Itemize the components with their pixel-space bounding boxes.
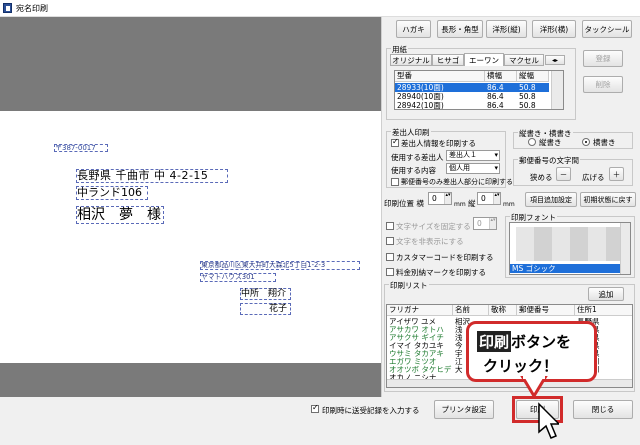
paper-row-model[interactable]: 28933(10面) xyxy=(395,83,485,92)
record-history-checkbox[interactable] xyxy=(311,403,319,413)
vertical-label: 縦書き xyxy=(539,138,562,147)
customer-barcode-label: カスタマーコードを印刷する xyxy=(396,253,494,262)
horizontal-label: 横書き xyxy=(593,138,616,147)
list-col-address[interactable]: 住所1 xyxy=(575,305,632,316)
preview-sender-building[interactable]: ヤマトハウス301 xyxy=(200,273,276,282)
font-list-items-blurred xyxy=(516,227,620,261)
list-col-name[interactable]: 名前 xyxy=(453,305,489,316)
postal-only-checkbox[interactable] xyxy=(391,178,399,186)
position-h-spinner[interactable]: 0 xyxy=(428,192,452,205)
paper-col-width[interactable]: 横幅 xyxy=(485,71,517,82)
record-history-label: 印刷時に送受記録を入力する xyxy=(322,406,420,415)
paper-row-width[interactable]: 86.4 xyxy=(485,101,517,109)
widen-label: 広げる xyxy=(582,173,605,182)
print-list-title: 印刷リスト xyxy=(389,280,429,291)
font-list[interactable]: MS ゴシック xyxy=(509,222,631,275)
preview-card: 〒387-0017 長野県 千曲市 中 4-2-15 中ランド106 相沢 夢 … xyxy=(0,111,381,363)
callout-line1-rest: ボタンを xyxy=(511,333,572,351)
preview-sender-name[interactable]: 中所 翔介 xyxy=(240,288,291,300)
register-button[interactable]: 登録 xyxy=(583,50,623,67)
callout-print-word: 印刷 xyxy=(477,331,512,352)
horizontal-radio[interactable] xyxy=(582,138,590,146)
font-list-scrollbar[interactable] xyxy=(620,223,630,274)
vertical-radio[interactable] xyxy=(528,138,536,146)
customer-barcode-checkbox[interactable] xyxy=(386,253,394,261)
preview-address-line1[interactable]: 長野県 千曲市 中 4-2-15 xyxy=(76,169,228,183)
list-col-postal[interactable]: 郵便番号 xyxy=(517,305,575,316)
narrow-label: 狭める xyxy=(530,173,553,182)
reset-default-button[interactable]: 初期状態に戻す xyxy=(580,192,636,207)
tab-hisago[interactable]: ヒサゴ xyxy=(432,54,464,66)
narrow-button[interactable]: － xyxy=(556,167,571,181)
paper-row-height[interactable]: 50.8 xyxy=(517,83,549,92)
list-col-honorific[interactable]: 敬称 xyxy=(489,305,517,316)
preview-address-line2[interactable]: 中ランド106 xyxy=(76,186,148,200)
instruction-callout: 印刷 ボタンを クリック！ xyxy=(466,321,597,382)
paper-row-width[interactable]: 86.4 xyxy=(485,83,517,92)
use-sender-select[interactable]: 差出人１ xyxy=(446,150,500,161)
paper-col-model[interactable]: 型番 xyxy=(395,71,485,82)
callout-pointer xyxy=(520,376,548,398)
position-v-label: 縦 xyxy=(468,199,476,208)
paper-row-model[interactable]: 28942(10面) xyxy=(395,101,485,109)
paper-table: 型番 横幅 縦幅 28933(10面) 86.4 50.8 28940(10面)… xyxy=(394,70,564,110)
add-item-settings-button[interactable]: 項目追加設定 xyxy=(525,192,577,207)
preview-sender-address[interactable]: 東京都品川区東大井町大森北5丁目1-2-3 xyxy=(200,261,360,270)
use-sender-label: 使用する差出人 xyxy=(391,153,444,162)
widen-button[interactable]: ＋ xyxy=(609,167,624,181)
position-v-spinner[interactable]: 0 xyxy=(477,192,501,205)
western-horizontal-button[interactable]: 洋形(横) xyxy=(532,20,576,38)
title-bar: 宛名印刷 xyxy=(0,0,640,17)
postal-spacing-title: 郵便番号の文字間 xyxy=(518,155,580,166)
mm-unit-h: mm xyxy=(454,201,466,208)
hagaki-button[interactable]: ハガキ xyxy=(396,20,431,38)
print-sender-label: 差出人情報を印刷する xyxy=(401,139,476,148)
preview-postal[interactable]: 〒387-0017 xyxy=(54,144,108,152)
window-title: 宛名印刷 xyxy=(16,4,48,13)
use-content-select[interactable]: 個人用 xyxy=(446,163,500,174)
tab-original[interactable]: オリジナル xyxy=(390,54,432,66)
print-position-label: 印刷位置 横 xyxy=(384,199,424,208)
long-envelope-button[interactable]: 長形・角型 xyxy=(437,20,483,38)
paper-row-model[interactable]: 28940(10面) xyxy=(395,92,485,101)
list-col-furigana[interactable]: フリガナ xyxy=(387,305,453,316)
tab-a-one[interactable]: エーワン xyxy=(464,53,504,66)
preview-sender-name2[interactable]: 花子 xyxy=(240,303,291,315)
paper-row-width[interactable]: 86.4 xyxy=(485,92,517,101)
tab-maxell[interactable]: マクセル xyxy=(504,54,544,66)
mouse-cursor-icon xyxy=(538,402,559,439)
postal-only-label: 郵便番号のみ差出人部分に印刷する xyxy=(401,178,513,186)
tack-seal-button[interactable]: タックシール xyxy=(582,20,632,38)
paper-row-height[interactable]: 50.8 xyxy=(517,101,549,109)
western-vertical-button[interactable]: 洋形(縦) xyxy=(486,20,527,38)
fix-size-checkbox[interactable] xyxy=(386,222,394,230)
preview-recipient-name[interactable]: 相沢 夢 様 xyxy=(76,206,164,224)
paper-table-scrollbar[interactable] xyxy=(551,71,563,109)
preview-panel: 〒387-0017 長野県 千曲市 中 4-2-15 中ランド106 相沢 夢 … xyxy=(0,17,381,397)
font-size-spinner[interactable]: 0 xyxy=(473,217,497,230)
hide-text-label: 文字を非表示にする xyxy=(396,237,464,246)
fix-size-label: 文字サイズを固定する xyxy=(396,222,471,231)
printer-settings-button[interactable]: プリンタ設定 xyxy=(434,400,494,419)
hide-text-checkbox[interactable] xyxy=(386,237,394,245)
tab-scroll-arrows[interactable]: ◂▸ xyxy=(545,55,565,65)
paper-col-height[interactable]: 縦幅 xyxy=(517,71,549,82)
use-content-label: 使用する内容 xyxy=(391,166,436,175)
print-sender-checkbox[interactable] xyxy=(391,137,399,147)
document-icon xyxy=(3,3,12,13)
mm-unit-v: mm xyxy=(503,201,515,208)
font-selected-item[interactable]: MS ゴシック xyxy=(510,264,620,273)
postage-mark-label: 料金別納マークを印刷する xyxy=(396,268,486,277)
delete-button[interactable]: 削除 xyxy=(583,76,623,93)
add-to-list-button[interactable]: 追加 xyxy=(588,287,624,301)
paper-row-height[interactable]: 50.8 xyxy=(517,92,549,101)
callout-line2: クリック！ xyxy=(483,357,559,375)
close-button[interactable]: 閉じる xyxy=(573,400,633,419)
postage-mark-checkbox[interactable] xyxy=(386,268,394,276)
